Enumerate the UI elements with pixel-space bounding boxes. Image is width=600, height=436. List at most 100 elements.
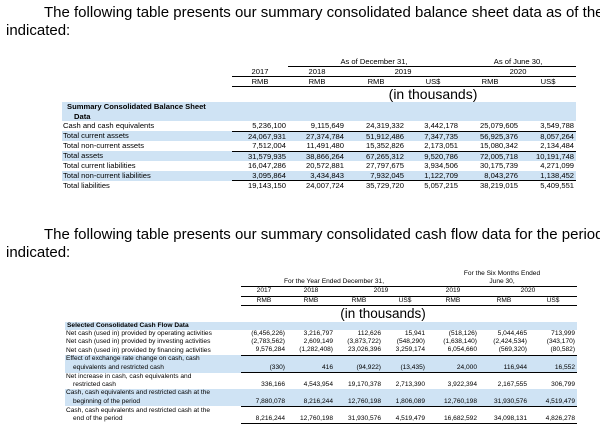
cf-row-label: Net increase in cash, cash equivalents a… [66,372,192,380]
cf-cell [287,373,335,382]
balance-sheet-table: As of December 31, As of June 30, 2017 2… [62,57,577,191]
cash-flow-intro-line2: indicated: [6,244,71,261]
cf-row-label: Net cash (used in) provided by investing… [66,338,211,346]
cf-cell: 116,944 [479,363,529,373]
cf-cell [383,389,427,398]
cf-group-six-months-2: June 30, [427,278,578,288]
cf-cell [241,389,287,398]
bs-cell: 11,491,480 [288,141,346,152]
bs-cell: 51,912,486 [346,131,406,141]
bs-cell: 5,057,215 [424,181,459,190]
cf-cell: 4,519,479 [529,397,578,407]
bs-cell: 7,512,004 [232,141,288,152]
bs-unit-label: (in thousands) [388,86,478,102]
bs-section-title-1: Summary Consolidated Balance Sheet [62,102,577,112]
cf-currency: US$ [383,296,427,306]
bs-cell: 19,143,150 [247,181,286,190]
cf-header-group-row: For the Year Ended December 31, June 30, [65,278,578,288]
cf-cell [241,373,287,382]
cf-cell: (518,126) [448,330,477,338]
cf-cell [241,406,287,415]
bs-group-december: As of December 31, [288,57,461,67]
cf-cell [335,406,383,415]
bs-cell: 7,932,045 [346,170,406,181]
cf-currency: RMB [335,296,383,306]
bs-currency: US$ [406,76,461,87]
bs-cell: 38,219,015 [480,181,519,190]
bs-cell: 10,191,748 [520,151,577,161]
cf-cell: 8,216,244 [241,415,287,425]
cf-section-title: Selected Consolidated Cash Flow Data [65,321,578,331]
cf-cell [287,389,335,398]
bs-year-2020: 2020 [460,66,577,77]
cash-flow-table: For the Six Months Ended For the Year En… [65,270,578,425]
bs-cell: 20,572,881 [305,161,344,170]
bs-cell: 3,095,864 [232,170,288,181]
cash-flow-intro: The following table presents our summary… [6,226,600,262]
bs-header-currency-row: RMB RMB RMB US$ RMB US$ [62,76,577,87]
cf-cell: 12,760,198 [287,415,335,425]
cf-currency: US$ [529,296,578,306]
cf-row: Net increase in cash, cash equivalents a… [65,373,577,382]
cf-cell: (3,873,722) [347,338,381,346]
cf-cell: (1,282,408) [287,346,335,356]
cf-cell [479,355,529,364]
bs-row: Total liabilities 19,143,150 24,007,724 35,… [62,181,576,191]
bs-row: Total current assets 24,067,931 27,374,784… [62,131,577,141]
bs-row-label: Total current assets [62,131,232,141]
cf-cell: 9,576,284 [241,346,287,356]
bs-cell: 27,374,784 [288,131,346,141]
bs-group-june: As of June 30, [460,57,577,67]
cf-cell: 16,552 [529,363,578,373]
cf-cell: 3,259,174 [383,346,427,356]
bs-row: Total current liabilities 16,047,286 20,57… [62,161,576,171]
bs-cell: 9,520,786 [406,151,461,161]
cf-cell: 3,216,797 [303,330,333,338]
cf-row-label: Cash, cash equivalents and restricted ca… [65,389,241,398]
cf-cell: 112,626 [357,330,381,338]
cf-cell: (569,320) [479,346,529,356]
bs-cell: 67,265,312 [346,151,406,161]
bs-row-label: Total current liabilities [63,161,136,170]
cf-row: Effect of exchange rate change on cash, … [65,355,578,364]
cf-row-label: equivalents and restricted cash [65,363,241,373]
cf-year-2019-six: 2019 [427,286,479,297]
cf-row: Net cash (used in) provided by operating… [65,330,577,338]
bs-cell: 15,352,826 [346,141,406,152]
bs-cell: 9,115,649 [288,121,346,132]
cf-cell: (330) [241,363,287,373]
cf-cell: (2,783,562) [251,338,285,346]
cf-row-label: end of the period [73,415,123,423]
cf-year-2017: 2017 [241,286,287,297]
cf-cell: 4,519,479 [383,415,427,425]
cf-row-label: Net cash (used in) provided by operating… [66,330,212,338]
cf-cell [529,355,578,364]
bs-row-label: Total assets [62,151,232,161]
bs-row-label: Total liabilities [63,180,110,190]
cf-cell: 16,682,592 [427,415,479,425]
bs-year-2019: 2019 [346,66,461,77]
cf-cell [335,389,383,398]
cf-header-year-row: 2017 2018 2019 2019 2020 [65,286,578,297]
cf-cell [529,373,577,382]
cf-cell: (6,456,226) [251,330,285,338]
cf-row-label: Effect of exchange rate change on cash, … [65,355,241,364]
bs-cell: 31,579,935 [232,151,288,161]
cf-cell: 1,806,089 [383,397,427,407]
cf-cell [241,355,287,364]
cf-cell: 12,760,198 [335,397,383,407]
bs-cell: 30,175,739 [480,161,519,170]
cf-year-2019: 2019 [335,286,427,297]
bs-currency: RMB [232,76,288,87]
cf-row-label: Cash, cash equivalents and restricted ca… [66,406,211,414]
cf-cell: 3,922,394 [447,381,477,389]
cf-header-six-months-row: For the Six Months Ended [65,270,577,278]
cf-row: Net cash (used in) provided by financing… [65,346,578,356]
cf-row-label: Net cash (used in) provided by financing… [66,346,211,354]
balance-sheet-intro-line1: The following table presents our summary… [44,4,600,21]
bs-cell: 3,549,788 [520,121,577,132]
bs-currency: RMB [346,76,406,87]
bs-header-group-row: As of December 31, As of June 30, [62,57,577,67]
cf-currency: RMB [241,296,287,306]
bs-cell: 24,319,332 [346,121,406,132]
